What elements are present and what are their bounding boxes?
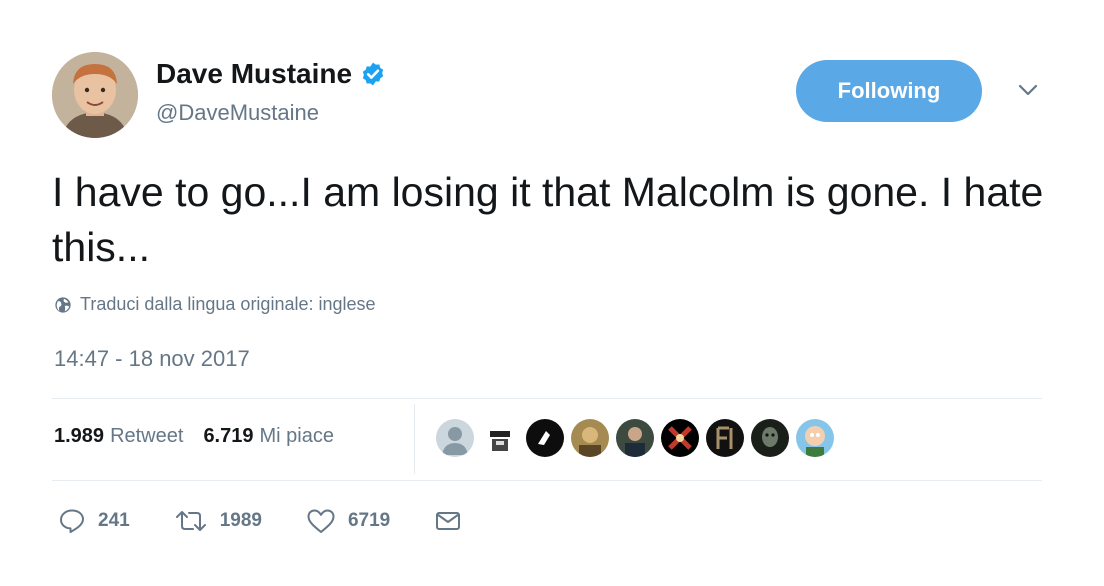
liker-avatar-8[interactable] — [751, 419, 789, 457]
retweet-icon — [175, 511, 206, 531]
user-name-row: Dave Mustaine — [156, 58, 386, 90]
liker-avatar-7[interactable] — [706, 419, 744, 457]
reply-icon — [60, 509, 84, 533]
likers-avatars — [436, 419, 834, 457]
following-button[interactable]: Following — [796, 60, 982, 122]
like-count: 6719 — [347, 510, 391, 531]
user-display-name[interactable]: Dave Mustaine — [156, 58, 352, 90]
liker-avatar-3[interactable] — [526, 419, 564, 457]
retweets-label: Retweet — [110, 425, 184, 447]
likes-label: Mi piace — [259, 425, 334, 447]
liker-avatar-6[interactable] — [661, 419, 699, 457]
retweet-button[interactable]: 1989 — [174, 508, 262, 534]
retweet-count: 1989 — [219, 510, 262, 531]
divider — [52, 480, 1042, 481]
divider — [52, 398, 1042, 399]
liker-avatar-2[interactable] — [481, 419, 519, 457]
translate-link[interactable]: Traduci dalla lingua originale: inglese — [54, 294, 376, 315]
avatar[interactable] — [52, 52, 138, 138]
like-button[interactable]: 6719 — [306, 508, 390, 534]
retweets-stat[interactable]: 1.989 Retweet — [54, 425, 183, 448]
translate-label[interactable]: Traduci dalla lingua originale: inglese — [80, 294, 376, 315]
like-icon — [307, 509, 335, 533]
likes-count: 6.719 — [203, 425, 254, 447]
liker-avatar-default[interactable] — [436, 419, 474, 457]
tweet-text: I have to go...I am losing it that Malco… — [52, 169, 1044, 270]
message-icon — [436, 512, 461, 530]
stats-divider — [414, 404, 415, 474]
reply-button[interactable]: 241 — [58, 508, 130, 534]
tweet-stats: 1.989 Retweet 6.719 Mi piace — [54, 425, 334, 448]
tweet-actions: 241 1989 6719 — [58, 508, 506, 534]
retweets-count: 1.989 — [54, 425, 105, 447]
user-handle[interactable]: @DaveMustaine — [156, 100, 319, 126]
reply-count: 241 — [98, 510, 130, 531]
liker-avatar-9[interactable] — [796, 419, 834, 457]
likes-stat[interactable]: 6.719 Mi piace — [203, 425, 334, 448]
avatar-photo — [52, 52, 138, 138]
tweet-timestamp[interactable]: 14:47 - 18 nov 2017 — [54, 346, 250, 372]
globe-icon — [55, 296, 71, 313]
chevron-down-icon[interactable] — [1016, 80, 1040, 100]
liker-avatar-5[interactable] — [616, 419, 654, 457]
direct-message-button[interactable] — [434, 509, 462, 533]
tweet-card: Dave Mustaine @DaveMustaine Following I … — [0, 0, 1104, 586]
verified-badge-icon — [362, 62, 384, 86]
liker-avatar-4[interactable] — [571, 419, 609, 457]
